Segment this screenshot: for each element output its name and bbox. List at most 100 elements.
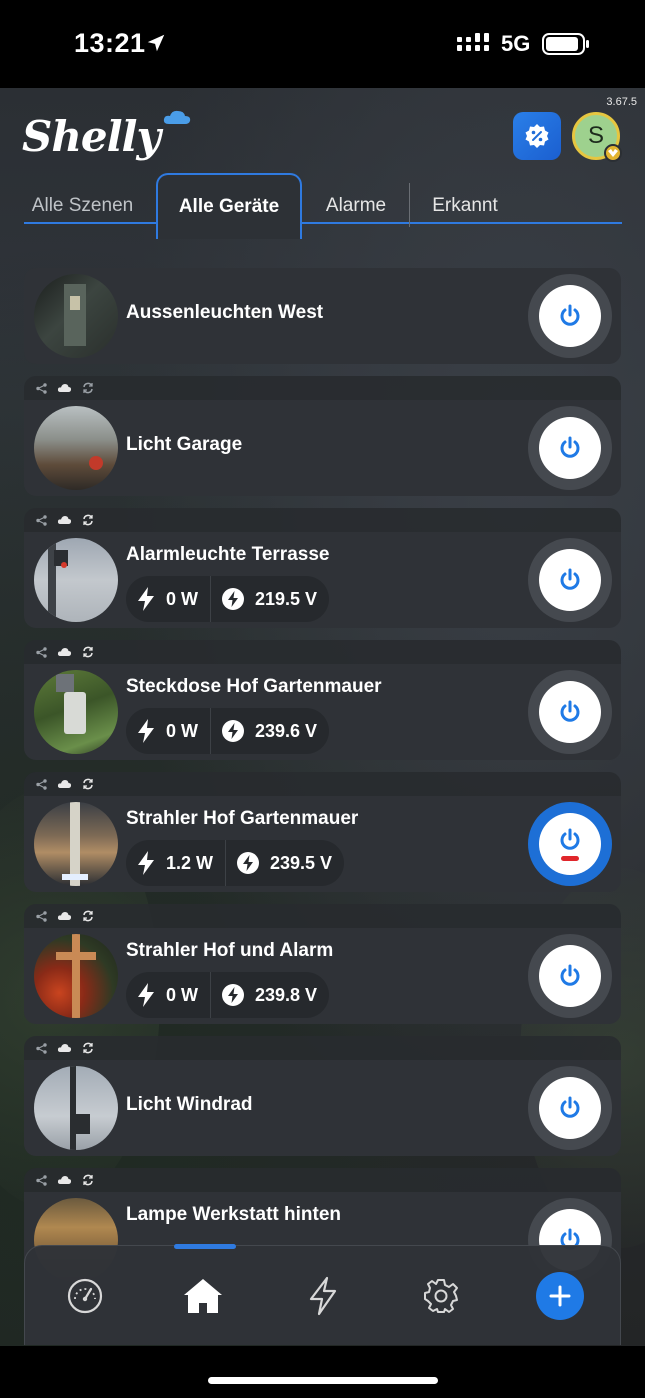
power-toggle-button[interactable]: [528, 670, 612, 754]
device-name: Aussenleuchten West: [126, 302, 324, 323]
sync-icon: [83, 910, 93, 922]
voltage-value: 239.8 V: [255, 984, 318, 1005]
lightning-bolt-icon: [138, 851, 154, 875]
power-meter: 1.2 W: [126, 840, 225, 886]
voltage-circle-bolt-icon: [222, 588, 245, 610]
cloud-icon: [57, 1044, 72, 1052]
share-icon: [36, 514, 47, 526]
power-icon: [560, 700, 580, 722]
power-icon: [560, 964, 580, 986]
power-value: 0 W: [166, 984, 199, 1005]
device-name: Steckdose Hof Gartenmauer: [126, 676, 382, 697]
device-card-body[interactable]: Licht Garage: [24, 400, 621, 496]
voltage-meter: 219.5 V: [210, 576, 329, 622]
device-status-icons: [24, 904, 621, 928]
voltage-meter: 239.8 V: [210, 972, 329, 1018]
power-toggle-button[interactable]: [528, 538, 612, 622]
share-icon: [36, 910, 47, 922]
cloud-icon: [57, 780, 72, 788]
device-card-body[interactable]: Licht Windrad: [24, 1060, 621, 1156]
device-status-icons: [24, 772, 621, 796]
device-name: Lampe Werkstatt hinten: [126, 1204, 342, 1225]
device-card: Alarmleuchte Terrasse 0 W 219.5 V: [24, 508, 621, 628]
device-card: Steckdose Hof Gartenmauer 0 W 239.6 V: [24, 640, 621, 760]
device-name: Licht Garage: [126, 434, 243, 455]
power-icon: [560, 568, 580, 590]
sync-icon: [83, 1174, 93, 1186]
cloud-icon: [57, 1176, 72, 1184]
sync-icon: [83, 1042, 93, 1054]
lightning-bolt-icon: [138, 719, 154, 743]
status-time: 13:21: [74, 28, 146, 58]
home-icon: [184, 1279, 222, 1313]
device-name: Licht Windrad: [126, 1094, 253, 1115]
device-status-icons: [24, 376, 621, 400]
nav-home[interactable]: [181, 1274, 225, 1318]
device-card: Licht Windrad: [24, 1036, 621, 1156]
add-device-button[interactable]: [536, 1272, 584, 1320]
status-bar: 13:21 5G: [0, 0, 645, 88]
voltage-value: 239.6 V: [255, 720, 318, 741]
sync-icon: [83, 514, 93, 526]
app-content: 3.67.5 Shelly S Alle Szenen Alle Geräte …: [0, 88, 645, 1346]
share-icon: [36, 1042, 47, 1054]
device-thumbnail: [34, 274, 118, 358]
device-thumbnail: [34, 406, 118, 490]
device-status-icons: [24, 640, 621, 664]
share-icon: [36, 778, 47, 790]
power-toggle-button[interactable]: [528, 802, 612, 886]
bottom-navigation: [24, 1244, 621, 1345]
voltage-circle-bolt-icon: [222, 984, 245, 1006]
device-card-body[interactable]: Steckdose Hof Gartenmauer 0 W 239.6 V: [24, 664, 621, 760]
device-name: Strahler Hof und Alarm: [126, 940, 334, 961]
cloud-icon: [57, 912, 72, 920]
power-toggle-button[interactable]: [528, 934, 612, 1018]
power-toggle-button[interactable]: [528, 1066, 612, 1150]
device-status-icons: [24, 1168, 621, 1192]
home-indicator[interactable]: [208, 1377, 438, 1384]
device-name: Alarmleuchte Terrasse: [126, 544, 330, 565]
power-meter: 0 W: [126, 972, 210, 1018]
sync-icon: [83, 646, 93, 658]
device-status-icons: [24, 1036, 621, 1060]
nav-energy[interactable]: [301, 1274, 345, 1318]
power-icon: [560, 436, 580, 458]
device-thumbnail: [34, 538, 118, 622]
nav-dashboard[interactable]: [63, 1274, 107, 1318]
home-indicator-area: [0, 1346, 645, 1398]
device-name: Strahler Hof Gartenmauer: [126, 808, 359, 829]
device-meters: 0 W 239.6 V: [126, 708, 330, 754]
power-icon: [560, 1096, 580, 1118]
power-toggle-button[interactable]: [528, 274, 612, 358]
device-card-body[interactable]: Strahler Hof Gartenmauer 1.2 W 239.5 V: [24, 796, 621, 892]
power-value: 0 W: [166, 720, 199, 741]
power-toggle-button[interactable]: [528, 406, 612, 490]
nav-active-indicator: [174, 1244, 236, 1249]
device-thumbnail: [34, 670, 118, 754]
share-icon: [36, 646, 47, 658]
power-icon: [560, 828, 580, 850]
lightning-bolt-icon: [138, 983, 154, 1007]
energy-bolt-icon: [309, 1276, 337, 1316]
device-card-body[interactable]: Alarmleuchte Terrasse 0 W 219.5 V: [24, 532, 621, 628]
device-meters: 1.2 W 239.5 V: [126, 840, 345, 886]
cloud-icon: [57, 384, 72, 392]
power-meter: 0 W: [126, 576, 210, 622]
power-value: 1.2 W: [166, 852, 214, 873]
on-state-indicator: [561, 856, 579, 861]
phone-screen: 13:21 5G 3.67.5 Shelly S Alle Szenen All…: [0, 0, 645, 1398]
share-icon: [36, 382, 47, 394]
cloud-icon: [57, 516, 72, 524]
nav-settings[interactable]: [419, 1274, 463, 1318]
voltage-value: 219.5 V: [255, 588, 318, 609]
device-card: Strahler Hof und Alarm 0 W 239.8 V: [24, 904, 621, 1024]
share-icon: [36, 1174, 47, 1186]
device-card-body[interactable]: Aussenleuchten West: [24, 268, 621, 364]
cellular-signal-icon: [457, 33, 489, 51]
device-card: Licht Garage: [24, 376, 621, 496]
lightning-bolt-icon: [138, 587, 154, 611]
add-icon: [549, 1285, 571, 1307]
device-status-icons: [24, 508, 621, 532]
device-card-body[interactable]: Strahler Hof und Alarm 0 W 239.8 V: [24, 928, 621, 1024]
voltage-circle-bolt-icon: [222, 720, 245, 742]
